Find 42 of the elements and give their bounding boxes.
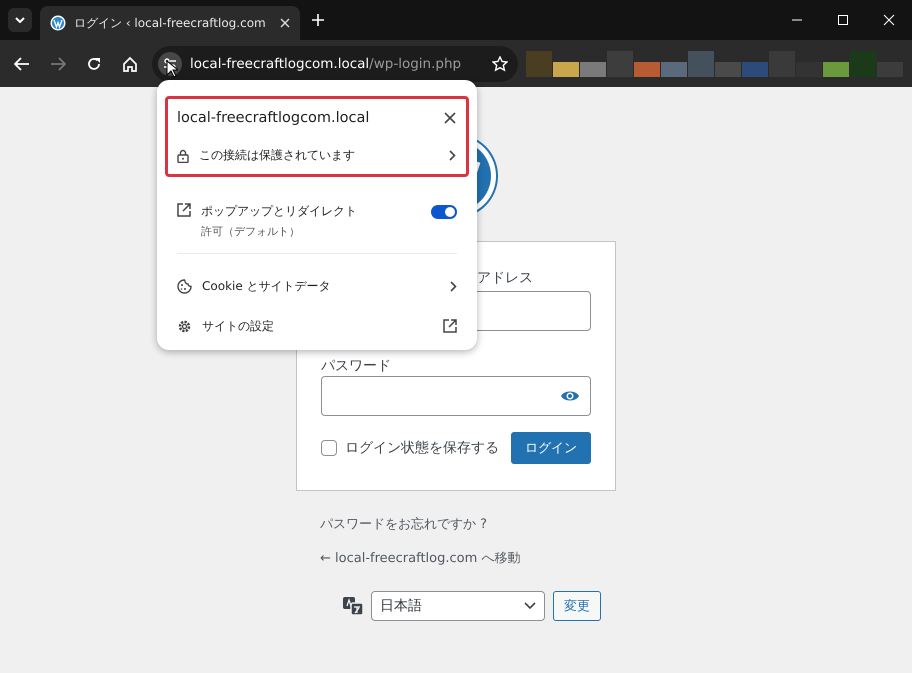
back-to-site-link[interactable]: ← local-freecraftlog.com へ移動 — [320, 549, 616, 567]
change-language-button[interactable]: 変更 — [553, 591, 601, 621]
eye-icon[interactable] — [560, 389, 580, 403]
popup-toggle[interactable] — [431, 205, 457, 219]
permission-label: ポップアップとリダイレクト — [201, 203, 358, 220]
url-text: local-freecraftlogcom.local/wp-login.php — [190, 56, 462, 72]
external-link-icon — [443, 319, 457, 333]
wordpress-icon — [50, 15, 66, 31]
username-label: アドレス — [477, 269, 533, 288]
close-icon[interactable] — [444, 112, 456, 124]
star-icon[interactable] — [492, 56, 508, 72]
remember-checkbox[interactable] — [321, 440, 337, 456]
login-button[interactable]: ログイン — [511, 432, 591, 464]
site-settings-item[interactable]: サイトの設定 — [165, 306, 469, 346]
password-label: パスワード — [321, 357, 392, 376]
external-link-icon — [177, 203, 191, 217]
cookies-item[interactable]: Cookie とサイトデータ — [165, 266, 469, 306]
gear-icon — [177, 318, 192, 334]
site-host: local-freecraftlogcom.local — [177, 110, 370, 126]
reload-icon[interactable] — [86, 56, 102, 72]
password-field[interactable] — [321, 376, 591, 416]
remember-label: ログイン状態を保存する — [345, 439, 499, 457]
cursor-icon — [166, 60, 178, 78]
permission-status: 許可（デフォルト） — [201, 224, 301, 239]
chevron-right-icon — [450, 280, 457, 292]
browser-tab[interactable]: ログイン ‹ local-freecraftlog.com — [40, 6, 300, 40]
tab-title: ログイン ‹ local-freecraftlog.com — [74, 14, 267, 32]
cookie-icon — [177, 278, 192, 294]
lost-password-link[interactable]: パスワードをお忘れですか ? — [320, 515, 616, 533]
home-icon[interactable] — [122, 56, 138, 72]
chevron-right-icon — [449, 150, 456, 161]
back-arrow-icon[interactable] — [14, 56, 30, 72]
address-bar[interactable]: local-freecraftlogcom.local/wp-login.php — [152, 46, 518, 82]
translate-icon — [343, 597, 363, 615]
language-select[interactable]: 日本語 — [371, 591, 545, 621]
connection-security-item[interactable]: この接続は保護されています — [177, 147, 456, 164]
forward-arrow-icon[interactable] — [50, 56, 66, 72]
caret-icon — [15, 17, 25, 23]
tab-list-button[interactable] — [8, 8, 32, 32]
chevron-down-icon — [524, 602, 536, 610]
lock-icon — [177, 148, 189, 162]
new-tab-icon[interactable] — [312, 14, 324, 26]
